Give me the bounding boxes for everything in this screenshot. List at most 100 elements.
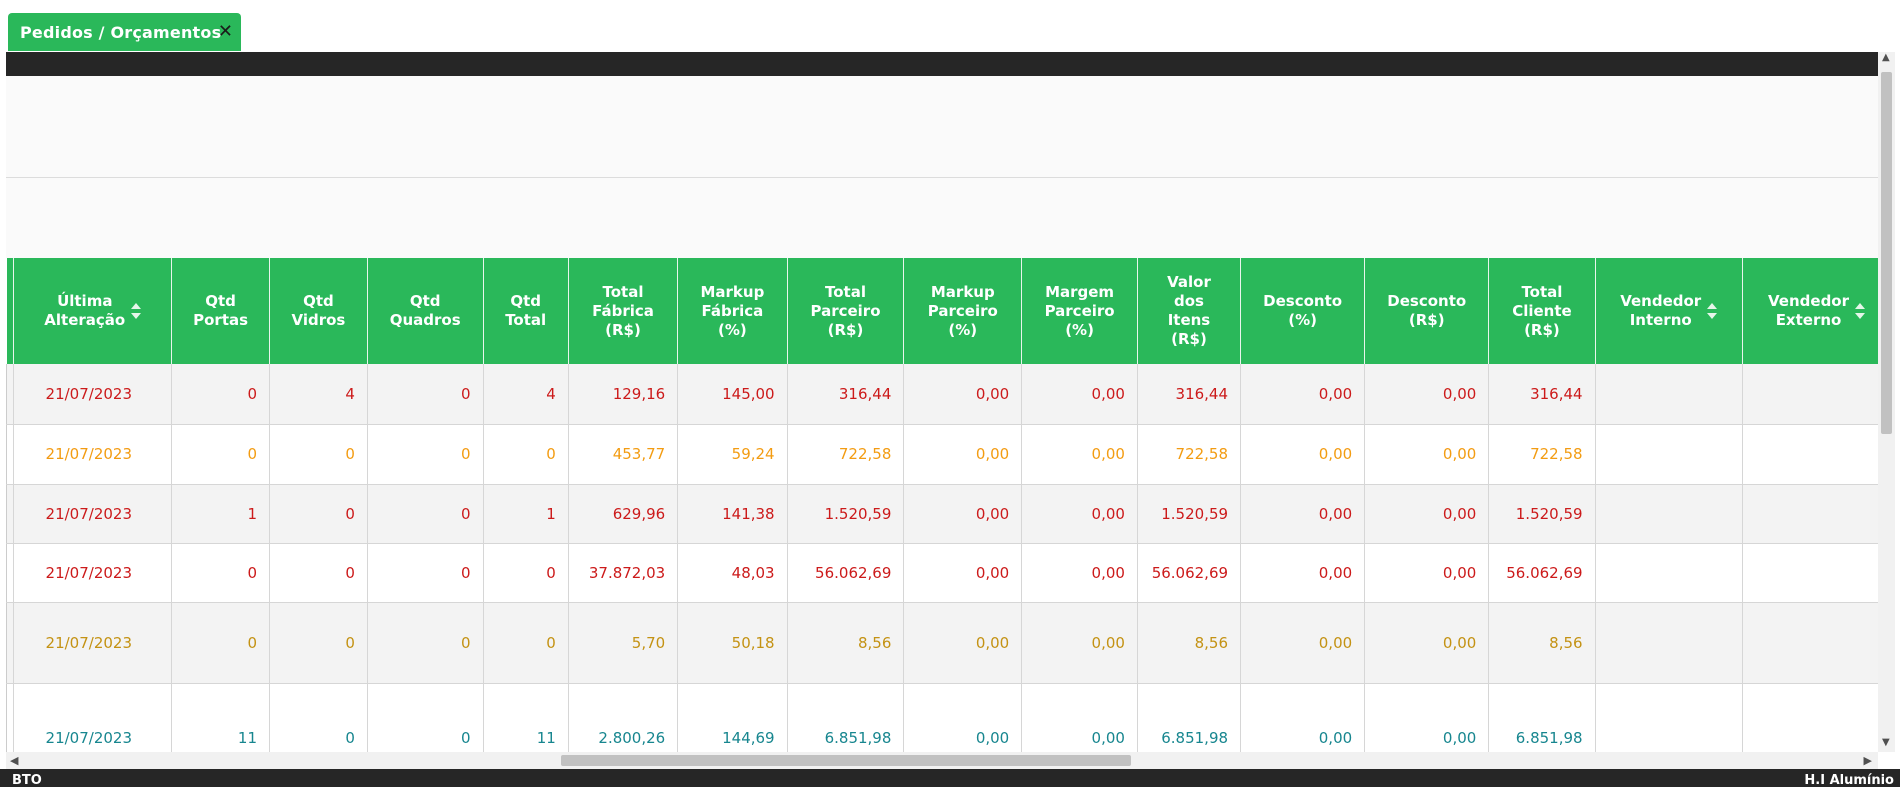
table-cell: 0 xyxy=(269,543,368,603)
column-header: Markup Fábrica (%) xyxy=(677,258,788,364)
table-row[interactable]: 21/07/2023 0 0 0 0 453,77 59,24 722,58 0,00 0,00 7… xyxy=(6,424,1878,485)
table-cell: 0 xyxy=(367,602,484,684)
table-cell: 0,00 xyxy=(1240,683,1366,752)
table-cell: 0,00 xyxy=(1364,484,1490,544)
sort-icon[interactable] xyxy=(131,303,142,319)
table-cell: 0 xyxy=(269,424,368,485)
column-header-label: Valor dos Itens (R$) xyxy=(1167,273,1211,348)
column-header[interactable]: Vendedor Interno xyxy=(1595,258,1743,364)
column-header[interactable]: Última Alteração xyxy=(13,258,173,364)
table-row[interactable]: 21/07/2023 0 0 0 0 5,70 50,18 8,56 0,00 0,00 8,56 0… xyxy=(6,602,1878,684)
column-header-label: Última Alteração xyxy=(44,292,126,329)
table-cell xyxy=(1595,364,1743,425)
vertical-scrollbar[interactable]: ▲ ▼ xyxy=(1878,52,1895,752)
table-cell: 0 xyxy=(483,602,569,684)
horizontal-scroll-thumb[interactable] xyxy=(561,755,1131,766)
table-cell: 0,00 xyxy=(1021,424,1138,485)
table-cell: 8,56 xyxy=(1137,602,1242,684)
table-cell: 6.851,98 xyxy=(787,683,905,752)
status-bar: BTO H.I Alumínio xyxy=(0,769,1900,788)
column-header: Qtd Quadros xyxy=(367,258,484,364)
column-header-wrap: Markup Parceiro (%) xyxy=(928,283,998,340)
orders-table-viewport[interactable]: Última Alteração Qtd Portas Qtd Vidros Qtd … xyxy=(6,258,1878,752)
table-cell: 11 xyxy=(483,683,569,752)
table-cell: 59,24 xyxy=(677,424,788,485)
column-header-wrap: Total Fábrica (R$) xyxy=(592,283,654,340)
table-cell: 0,00 xyxy=(1240,602,1366,684)
column-header-wrap: Markup Fábrica (%) xyxy=(700,283,764,340)
column-header-label: Qtd Portas xyxy=(193,292,249,329)
table-cell xyxy=(1742,424,1878,485)
column-header-label: Desconto (R$) xyxy=(1387,292,1467,329)
table-cell: 0,00 xyxy=(903,602,1023,684)
table-cell: 145,00 xyxy=(677,364,788,425)
table-cell: 6.851,98 xyxy=(1488,683,1596,752)
table-cell: 0 xyxy=(367,484,484,544)
table-cell: 0,00 xyxy=(903,424,1023,485)
scroll-up-icon[interactable]: ▲ xyxy=(1882,52,1890,63)
tab-pedidos-orcamentos[interactable]: Pedidos / Orçamentos ✕ xyxy=(8,13,241,51)
table-cell: 0,00 xyxy=(1240,424,1366,485)
table-cell: 316,44 xyxy=(1137,364,1242,425)
table-cell: 4 xyxy=(483,364,569,425)
table-cell: 21/07/2023 xyxy=(13,683,173,752)
table-cell: 0,00 xyxy=(1364,683,1490,752)
sort-icon[interactable] xyxy=(1855,303,1866,319)
sort-icon[interactable] xyxy=(1707,303,1718,319)
column-header[interactable]: Vendedor Externo xyxy=(1742,258,1878,364)
table-cell: 141,38 xyxy=(677,484,788,544)
row-edge-cell xyxy=(6,543,15,603)
table-cell: 0 xyxy=(171,364,271,425)
column-header: Qtd Vidros xyxy=(269,258,368,364)
table-cell: 0 xyxy=(367,683,484,752)
table-cell: 1.520,59 xyxy=(1137,484,1242,544)
toolbar-strip xyxy=(6,52,1878,76)
table-row[interactable]: 21/07/2023 11 0 0 11 2.800,26 144,69 6.851,98 0,… xyxy=(6,683,1878,752)
table-cell: 0,00 xyxy=(1364,543,1490,603)
table-cell: 1.520,59 xyxy=(1488,484,1596,544)
table-cell xyxy=(1742,364,1878,425)
column-header-label: Qtd Vidros xyxy=(291,292,346,329)
table-cell: 21/07/2023 xyxy=(13,424,173,485)
table-row[interactable]: 21/07/2023 0 4 0 4 129,16 145,00 316,44 0,00 0,00… xyxy=(6,364,1878,425)
table-cell: 0 xyxy=(171,602,271,684)
table-cell: 4 xyxy=(269,364,368,425)
table-row[interactable]: 21/07/2023 1 0 0 1 629,96 141,38 1.520,59 0,00 0,… xyxy=(6,484,1878,544)
header-spacer xyxy=(6,258,15,364)
column-header: Total Parceiro (R$) xyxy=(787,258,905,364)
row-edge-cell xyxy=(6,364,15,425)
table-body: 21/07/2023 0 4 0 4 129,16 145,00 316,44 0,00 0,00… xyxy=(6,364,1878,752)
table-cell: 722,58 xyxy=(1488,424,1596,485)
column-header: Total Cliente (R$) xyxy=(1488,258,1596,364)
column-header-label: Total Cliente (R$) xyxy=(1512,282,1572,339)
scroll-down-icon[interactable]: ▼ xyxy=(1882,737,1890,748)
column-header: Qtd Total xyxy=(483,258,569,364)
column-header: Total Fábrica (R$) xyxy=(568,258,679,364)
table-cell: 50,18 xyxy=(677,602,788,684)
column-header: Desconto (%) xyxy=(1240,258,1366,364)
table-row[interactable]: 21/07/2023 0 0 0 0 37.872,03 48,03 56.062,69 0,0… xyxy=(6,543,1878,603)
column-header-label: Desconto (%) xyxy=(1263,292,1343,329)
column-header-wrap: Qtd Vidros xyxy=(292,292,346,330)
orders-table: Última Alteração Qtd Portas Qtd Vidros Qtd … xyxy=(6,258,1878,752)
column-header-label: Markup Fábrica (%) xyxy=(700,282,765,339)
filter-panel-secondary xyxy=(6,178,1878,258)
table-cell xyxy=(1595,543,1743,603)
column-header: Margem Parceiro (%) xyxy=(1021,258,1138,364)
row-edge-cell xyxy=(6,484,15,544)
table-cell: 56.062,69 xyxy=(1488,543,1596,603)
close-icon[interactable]: ✕ xyxy=(218,21,233,42)
column-header: Valor dos Itens (R$) xyxy=(1137,258,1242,364)
table-cell: 0,00 xyxy=(1240,364,1366,425)
vertical-scroll-thumb[interactable] xyxy=(1881,72,1892,434)
scroll-right-icon[interactable]: ▶ xyxy=(1864,754,1872,767)
tab-label: Pedidos / Orçamentos xyxy=(20,22,222,42)
column-header-wrap: Total Parceiro (R$) xyxy=(810,283,880,340)
column-header-label: Total Parceiro (R$) xyxy=(810,282,881,339)
table-cell: 453,77 xyxy=(568,424,679,485)
horizontal-scrollbar[interactable]: ◀ ▶ xyxy=(6,752,1878,769)
scroll-left-icon[interactable]: ◀ xyxy=(10,754,18,767)
column-header: Markup Parceiro (%) xyxy=(903,258,1023,364)
table-cell: 0 xyxy=(269,484,368,544)
table-cell xyxy=(1742,683,1878,752)
